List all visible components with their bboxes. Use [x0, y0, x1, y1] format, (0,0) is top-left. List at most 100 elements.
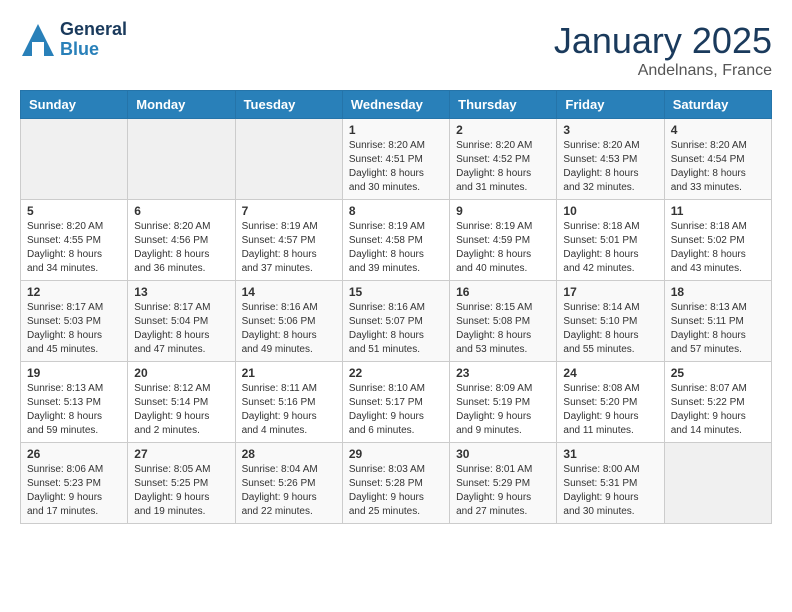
day-info: Sunrise: 8:09 AM Sunset: 5:19 PM Dayligh…	[456, 382, 550, 438]
calendar-cell: 19Sunrise: 8:13 AM Sunset: 5:13 PM Dayli…	[21, 362, 128, 443]
day-info: Sunrise: 8:11 AM Sunset: 5:16 PM Dayligh…	[242, 382, 336, 438]
calendar-cell	[235, 119, 342, 200]
calendar-cell	[21, 119, 128, 200]
calendar-cell: 14 Sunrise: 8:16 AM Sunset: 5:06 PM Dayli…	[235, 281, 342, 362]
calendar-cell: 29 Sunrise: 8:03 AM Sunset: 5:28 PM Dayli…	[342, 443, 449, 524]
page-header: General Blue January 2025 Andelnans, Fra…	[20, 20, 772, 80]
calendar-cell: 9Sunrise: 8:19 AM Sunset: 4:59 PM Daylig…	[450, 200, 557, 281]
day-number: 16	[456, 285, 550, 299]
weekday-header-tuesday: Tuesday	[235, 91, 342, 119]
day-info: Sunrise: 8:20 AM Sunset: 4:54 PM Dayligh…	[671, 139, 765, 195]
calendar-cell: 22 Sunrise: 8:10 AM Sunset: 5:17 PM Dayli…	[342, 362, 449, 443]
week-row-5: 26 Sunrise: 8:06 AM Sunset: 5:23 PM Dayli…	[21, 443, 772, 524]
logo-general: General	[60, 19, 127, 39]
title-section: January 2025 Andelnans, France	[554, 20, 772, 80]
day-number: 26	[27, 447, 121, 461]
day-info: Sunrise: 8:07 AM Sunset: 5:22 PM Dayligh…	[671, 382, 765, 438]
day-number: 9	[456, 204, 550, 218]
week-row-4: 19Sunrise: 8:13 AM Sunset: 5:13 PM Dayli…	[21, 362, 772, 443]
day-number: 3	[563, 123, 657, 137]
logo-icon	[20, 22, 56, 58]
day-number: 21	[242, 366, 336, 380]
calendar-cell: 26 Sunrise: 8:06 AM Sunset: 5:23 PM Dayli…	[21, 443, 128, 524]
day-info: Sunrise: 8:20 AM Sunset: 4:56 PM Dayligh…	[134, 220, 228, 276]
calendar-cell: 24Sunrise: 8:08 AM Sunset: 5:20 PM Dayli…	[557, 362, 664, 443]
day-info: Sunrise: 8:20 AM Sunset: 4:51 PM Dayligh…	[349, 139, 443, 195]
location: Andelnans, France	[554, 62, 772, 80]
weekday-header-thursday: Thursday	[450, 91, 557, 119]
day-number: 7	[242, 204, 336, 218]
calendar-cell: 17Sunrise: 8:14 AM Sunset: 5:10 PM Dayli…	[557, 281, 664, 362]
calendar-cell: 28 Sunrise: 8:04 AM Sunset: 5:26 PM Dayli…	[235, 443, 342, 524]
day-number: 14	[242, 285, 336, 299]
calendar-cell: 1 Sunrise: 8:20 AM Sunset: 4:51 PM Daylig…	[342, 119, 449, 200]
weekday-header-saturday: Saturday	[664, 91, 771, 119]
calendar-cell: 13 Sunrise: 8:17 AM Sunset: 5:04 PM Dayli…	[128, 281, 235, 362]
calendar-cell: 18 Sunrise: 8:13 AM Sunset: 5:11 PM Dayli…	[664, 281, 771, 362]
logo: General Blue	[20, 20, 127, 60]
weekday-header-wednesday: Wednesday	[342, 91, 449, 119]
calendar-cell: 5 Sunrise: 8:20 AM Sunset: 4:55 PM Daylig…	[21, 200, 128, 281]
calendar-cell: 25 Sunrise: 8:07 AM Sunset: 5:22 PM Dayli…	[664, 362, 771, 443]
day-info: Sunrise: 8:10 AM Sunset: 5:17 PM Dayligh…	[349, 382, 443, 438]
calendar-cell: 7 Sunrise: 8:19 AM Sunset: 4:57 PM Daylig…	[235, 200, 342, 281]
calendar-cell	[664, 443, 771, 524]
calendar-cell: 27 Sunrise: 8:05 AM Sunset: 5:25 PM Dayli…	[128, 443, 235, 524]
day-info: Sunrise: 8:06 AM Sunset: 5:23 PM Dayligh…	[27, 463, 121, 519]
day-info: Sunrise: 8:13 AM Sunset: 5:11 PM Dayligh…	[671, 301, 765, 357]
calendar-cell: 30 Sunrise: 8:01 AM Sunset: 5:29 PM Dayli…	[450, 443, 557, 524]
weekday-header-sunday: Sunday	[21, 91, 128, 119]
day-info: Sunrise: 8:08 AM Sunset: 5:20 PM Dayligh…	[563, 382, 657, 438]
day-number: 31	[563, 447, 657, 461]
week-row-2: 5 Sunrise: 8:20 AM Sunset: 4:55 PM Daylig…	[21, 200, 772, 281]
day-number: 23	[456, 366, 550, 380]
day-number: 28	[242, 447, 336, 461]
day-number: 25	[671, 366, 765, 380]
month-title: January 2025	[554, 20, 772, 62]
day-number: 13	[134, 285, 228, 299]
day-info: Sunrise: 8:16 AM Sunset: 5:06 PM Dayligh…	[242, 301, 336, 357]
weekday-header-monday: Monday	[128, 91, 235, 119]
calendar-cell: 20 Sunrise: 8:12 AM Sunset: 5:14 PM Dayli…	[128, 362, 235, 443]
calendar-cell: 4Sunrise: 8:20 AM Sunset: 4:54 PM Daylig…	[664, 119, 771, 200]
day-info: Sunrise: 8:19 AM Sunset: 4:57 PM Dayligh…	[242, 220, 336, 276]
day-info: Sunrise: 8:12 AM Sunset: 5:14 PM Dayligh…	[134, 382, 228, 438]
day-info: Sunrise: 8:20 AM Sunset: 4:55 PM Dayligh…	[27, 220, 121, 276]
calendar-cell: 16Sunrise: 8:15 AM Sunset: 5:08 PM Dayli…	[450, 281, 557, 362]
day-info: Sunrise: 8:20 AM Sunset: 4:52 PM Dayligh…	[456, 139, 550, 195]
day-info: Sunrise: 8:16 AM Sunset: 5:07 PM Dayligh…	[349, 301, 443, 357]
day-info: Sunrise: 8:03 AM Sunset: 5:28 PM Dayligh…	[349, 463, 443, 519]
calendar-cell: 6Sunrise: 8:20 AM Sunset: 4:56 PM Daylig…	[128, 200, 235, 281]
day-info: Sunrise: 8:17 AM Sunset: 5:04 PM Dayligh…	[134, 301, 228, 357]
day-info: Sunrise: 8:05 AM Sunset: 5:25 PM Dayligh…	[134, 463, 228, 519]
day-number: 5	[27, 204, 121, 218]
week-row-1: 1 Sunrise: 8:20 AM Sunset: 4:51 PM Daylig…	[21, 119, 772, 200]
day-info: Sunrise: 8:01 AM Sunset: 5:29 PM Dayligh…	[456, 463, 550, 519]
day-number: 12	[27, 285, 121, 299]
day-number: 2	[456, 123, 550, 137]
day-info: Sunrise: 8:17 AM Sunset: 5:03 PM Dayligh…	[27, 301, 121, 357]
calendar-cell: 23 Sunrise: 8:09 AM Sunset: 5:19 PM Dayli…	[450, 362, 557, 443]
day-number: 27	[134, 447, 228, 461]
day-info: Sunrise: 8:20 AM Sunset: 4:53 PM Dayligh…	[563, 139, 657, 195]
day-number: 30	[456, 447, 550, 461]
day-number: 19	[27, 366, 121, 380]
calendar-cell: 31 Sunrise: 8:00 AM Sunset: 5:31 PM Dayli…	[557, 443, 664, 524]
week-row-3: 12 Sunrise: 8:17 AM Sunset: 5:03 PM Dayli…	[21, 281, 772, 362]
day-number: 18	[671, 285, 765, 299]
weekday-header-friday: Friday	[557, 91, 664, 119]
calendar-cell: 12 Sunrise: 8:17 AM Sunset: 5:03 PM Dayli…	[21, 281, 128, 362]
day-number: 1	[349, 123, 443, 137]
calendar-cell	[128, 119, 235, 200]
calendar-cell: 21 Sunrise: 8:11 AM Sunset: 5:16 PM Dayli…	[235, 362, 342, 443]
day-number: 11	[671, 204, 765, 218]
day-info: Sunrise: 8:00 AM Sunset: 5:31 PM Dayligh…	[563, 463, 657, 519]
calendar-cell: 3 Sunrise: 8:20 AM Sunset: 4:53 PM Daylig…	[557, 119, 664, 200]
day-number: 29	[349, 447, 443, 461]
day-number: 22	[349, 366, 443, 380]
day-info: Sunrise: 8:04 AM Sunset: 5:26 PM Dayligh…	[242, 463, 336, 519]
logo-blue: Blue	[60, 39, 99, 59]
day-number: 20	[134, 366, 228, 380]
day-number: 8	[349, 204, 443, 218]
calendar-cell: 11Sunrise: 8:18 AM Sunset: 5:02 PM Dayli…	[664, 200, 771, 281]
